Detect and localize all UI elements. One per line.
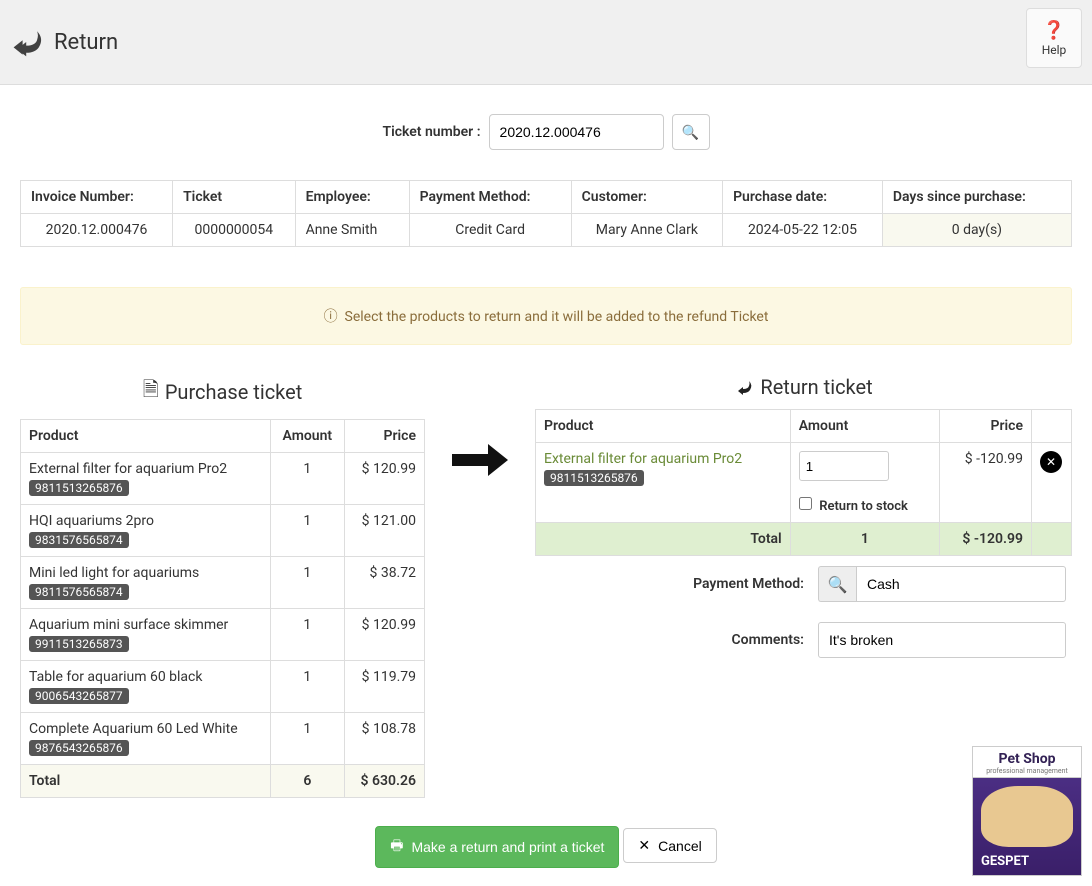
- payment-search-button[interactable]: 🔍: [818, 566, 856, 602]
- arrow-right-icon: [450, 435, 510, 485]
- product-name: Complete Aquarium 60 Led White: [29, 721, 238, 737]
- make-return-button[interactable]: 🖶 Make a return and print a ticket: [375, 826, 619, 868]
- purchase-table: Product Amount Price External filter for…: [20, 419, 425, 798]
- product-sku: 9811576565874: [29, 584, 129, 600]
- remove-item-button[interactable]: ✕: [1040, 451, 1062, 473]
- summary-table: Invoice Number: Ticket Employee: Payment…: [20, 180, 1072, 247]
- help-icon: ❓: [1043, 20, 1065, 41]
- comments-row: Comments:: [535, 612, 1072, 668]
- ticket-number-label: Ticket number :: [382, 124, 480, 140]
- product-sku: 9876543265876: [29, 740, 129, 756]
- payment-method-row: Payment Method: 🔍: [535, 556, 1072, 612]
- search-button[interactable]: 🔍: [672, 114, 710, 150]
- return-row: External filter for aquarium Pro2 981151…: [536, 443, 1072, 523]
- product-amount: 1: [270, 661, 344, 713]
- product-amount: 1: [270, 505, 344, 557]
- product-amount: 1: [270, 557, 344, 609]
- info-banner: ⓘ Select the products to return and it w…: [20, 287, 1072, 345]
- return-icon: [734, 377, 754, 397]
- product-sku: 9006543265877: [29, 688, 129, 704]
- product-name: External filter for aquarium Pro2: [29, 461, 227, 477]
- return-ticket-title: Return ticket: [535, 375, 1072, 399]
- return-to-stock-checkbox[interactable]: [799, 497, 812, 510]
- product-price: $ 121.00: [344, 505, 424, 557]
- product-sku: 9811513265876: [29, 480, 129, 496]
- product-amount: 1: [270, 453, 344, 505]
- search-icon: 🔍: [828, 575, 848, 594]
- comments-input[interactable]: [818, 622, 1066, 658]
- product-name: HQI aquariums 2pro: [29, 513, 154, 529]
- table-row[interactable]: Aquarium mini surface skimmer 99115132658…: [21, 609, 425, 661]
- puppy-image: [981, 786, 1073, 847]
- table-row[interactable]: Mini led light for aquariums 981157656587…: [21, 557, 425, 609]
- product-price: $ 108.78: [344, 713, 424, 765]
- product-price: $ 119.79: [344, 661, 424, 713]
- return-product-name: External filter for aquarium Pro2: [544, 451, 742, 467]
- cancel-button[interactable]: ✕ Cancel: [623, 828, 716, 863]
- product-price: $ 38.72: [344, 557, 424, 609]
- return-product-sku: 9811513265876: [544, 470, 644, 486]
- document-icon: 🗎: [143, 375, 159, 409]
- close-icon: ✕: [1046, 455, 1056, 469]
- back-icon[interactable]: [10, 24, 46, 60]
- table-row[interactable]: External filter for aquarium Pro2 9811513…: [21, 453, 425, 505]
- return-table: Product Amount Price External filter for…: [535, 409, 1072, 556]
- payment-method-input[interactable]: [856, 566, 1066, 602]
- print-icon: 🖶: [390, 835, 403, 859]
- product-sku: 9911513265873: [29, 636, 129, 652]
- info-icon: ⓘ: [324, 309, 338, 325]
- product-sku: 9831576565874: [29, 532, 129, 548]
- table-row[interactable]: Complete Aquarium 60 Led White 9876543265…: [21, 713, 425, 765]
- product-name: Mini led light for aquariums: [29, 565, 199, 581]
- help-button[interactable]: ❓ Help: [1026, 8, 1082, 68]
- return-to-stock-label[interactable]: Return to stock: [799, 498, 908, 514]
- product-name: Table for aquarium 60 black: [29, 669, 202, 685]
- product-name: Aquarium mini surface skimmer: [29, 617, 228, 633]
- brand-box: Pet Shop professional management GESPET: [972, 746, 1082, 876]
- page-title: Return: [54, 30, 118, 55]
- product-amount: 1: [270, 609, 344, 661]
- ticket-number-input[interactable]: [489, 114, 664, 150]
- product-price: $ 120.99: [344, 609, 424, 661]
- search-icon: 🔍: [682, 124, 699, 141]
- return-qty-input[interactable]: [799, 451, 889, 481]
- product-price: $ 120.99: [344, 453, 424, 505]
- close-icon: ✕: [638, 837, 650, 854]
- purchase-ticket-title: 🗎 Purchase ticket: [20, 375, 425, 409]
- table-row[interactable]: Table for aquarium 60 black 9006543265877…: [21, 661, 425, 713]
- product-amount: 1: [270, 713, 344, 765]
- return-price: $ -120.99: [940, 443, 1032, 523]
- table-row[interactable]: HQI aquariums 2pro 9831576565874 1$ 121.00: [21, 505, 425, 557]
